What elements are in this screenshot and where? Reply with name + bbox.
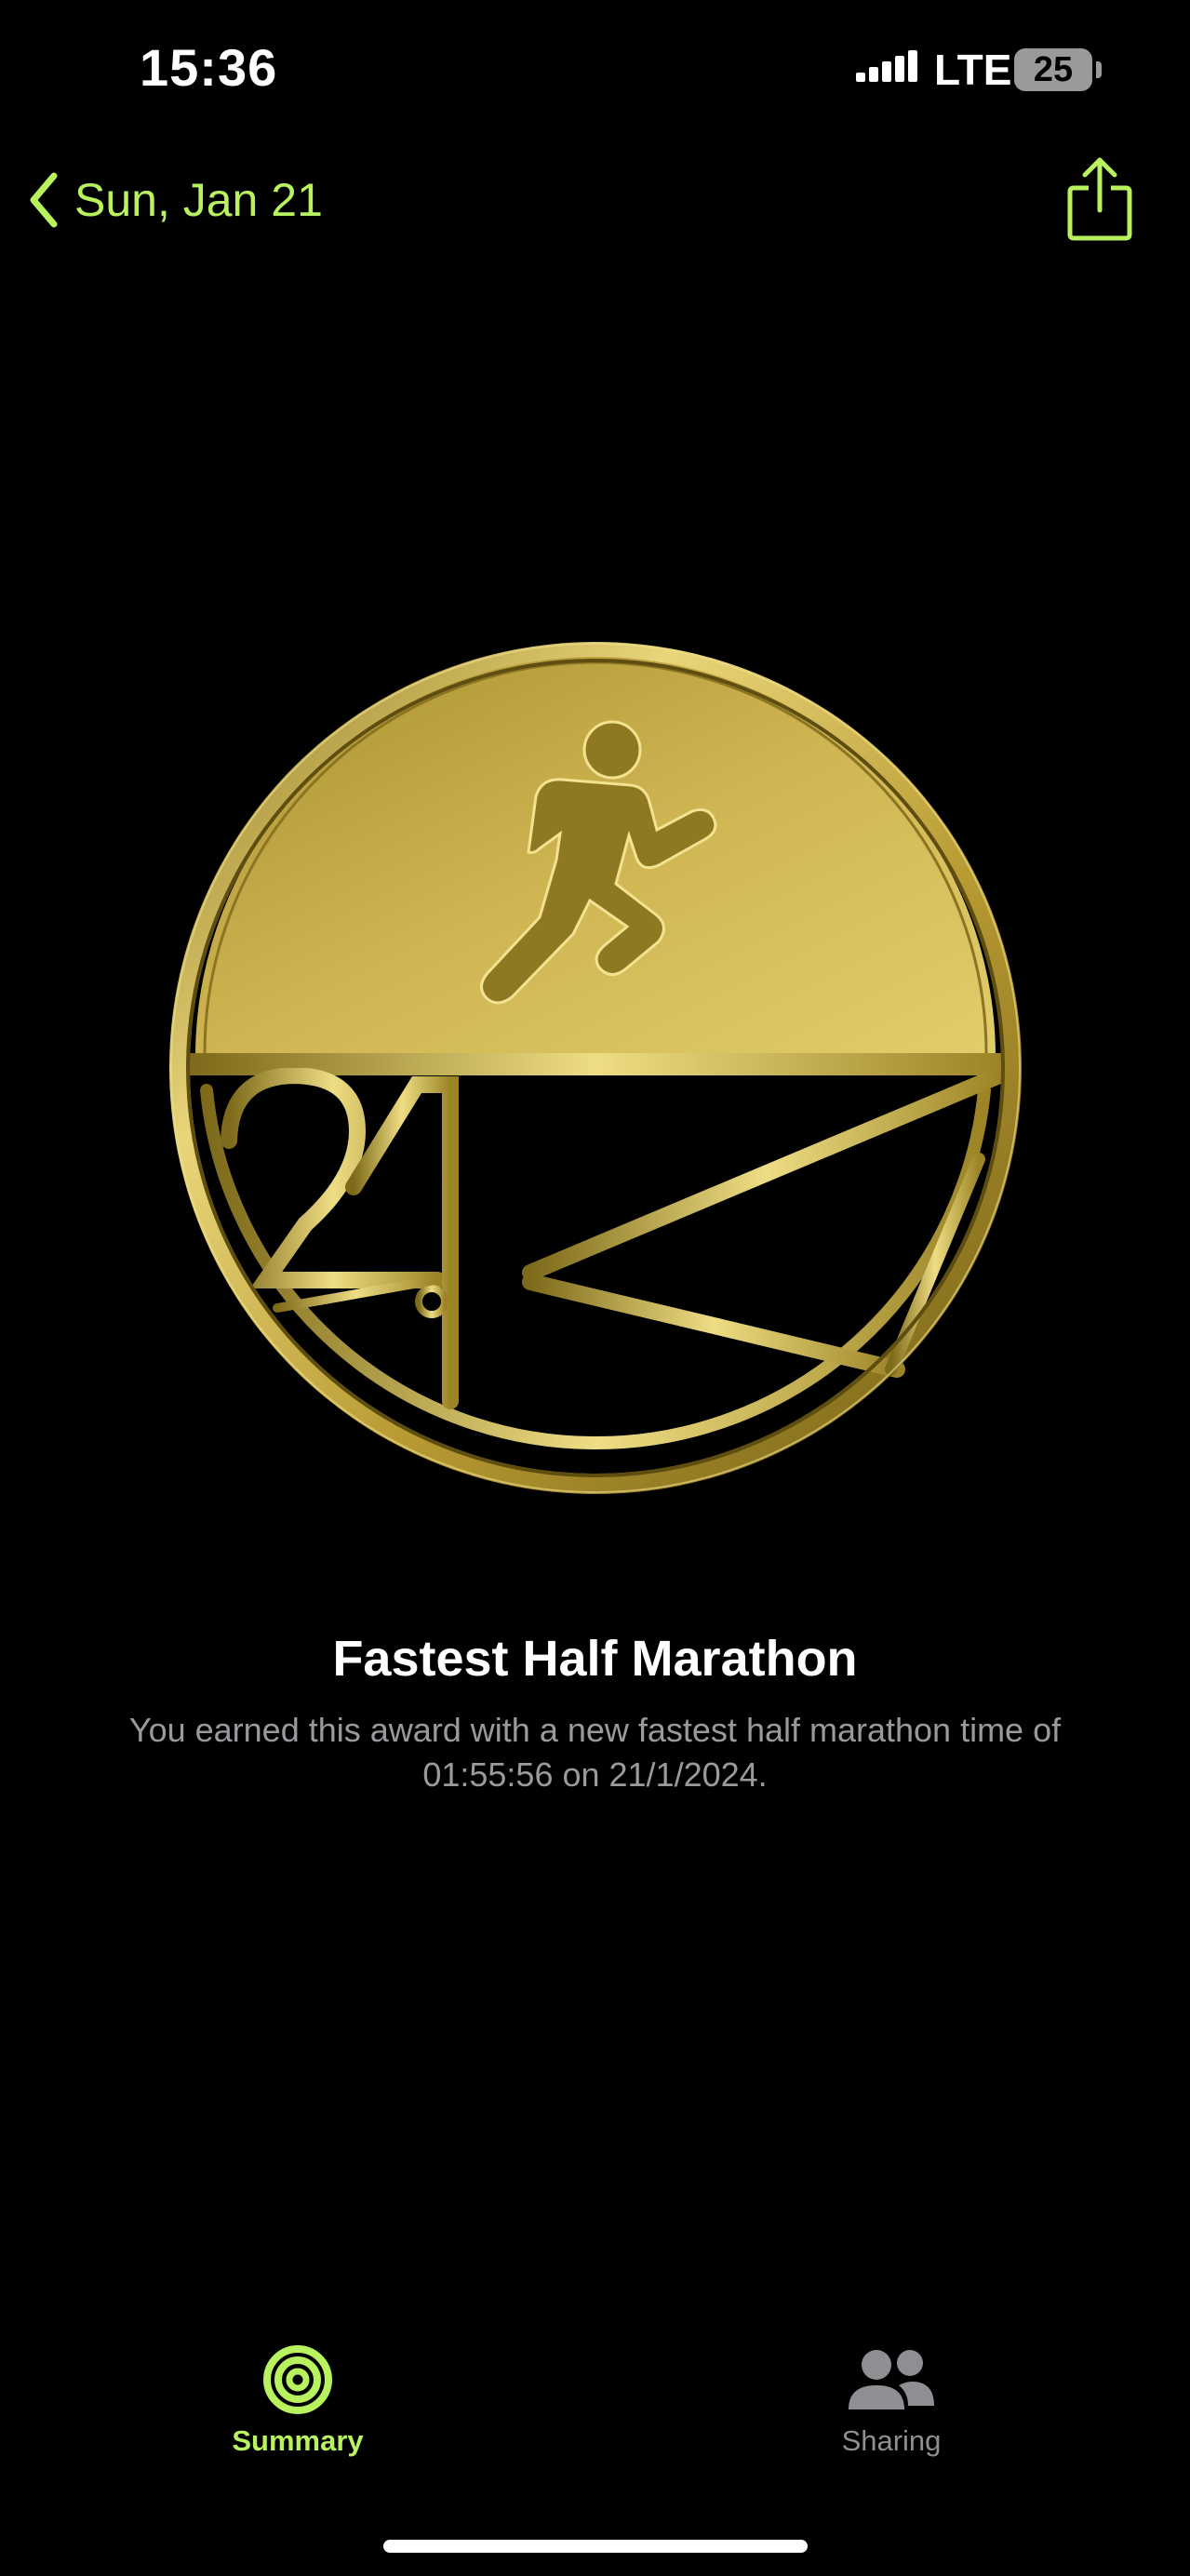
battery-cap [1096,61,1102,78]
battery-icon: 25 [1014,48,1092,91]
status-time: 15:36 [140,38,278,97]
network-type: LTE [934,46,1012,94]
back-label: Sun, Jan 21 [74,174,323,226]
tab-sharing[interactable]: Sharing [770,2344,1012,2484]
back-button[interactable]: Sun, Jan 21 [28,158,323,242]
battery-level: 25 [1033,50,1074,89]
tab-sharing-label: Sharing [841,2424,942,2457]
activity-rings-icon [263,2345,332,2414]
tab-bar: Summary Sharing [0,2344,1190,2493]
share-icon [1067,157,1132,241]
award-medal-image [169,642,1022,1494]
people-icon [849,2350,934,2409]
tab-summary-label: Summary [232,2424,364,2457]
signal-strength-icon [856,50,917,82]
tab-summary[interactable]: Summary [177,2344,419,2484]
status-bar: 15:36 LTE 25 [0,0,1190,140]
home-indicator[interactable] [383,2540,808,2553]
nav-bar: Sun, Jan 21 [0,149,1190,260]
chevron-left-icon [30,172,58,228]
share-button[interactable] [1064,153,1135,246]
award-title: Fastest Half Marathon [332,1631,858,1687]
award-description: You earned this award with a new fastest… [128,1711,1062,1794]
